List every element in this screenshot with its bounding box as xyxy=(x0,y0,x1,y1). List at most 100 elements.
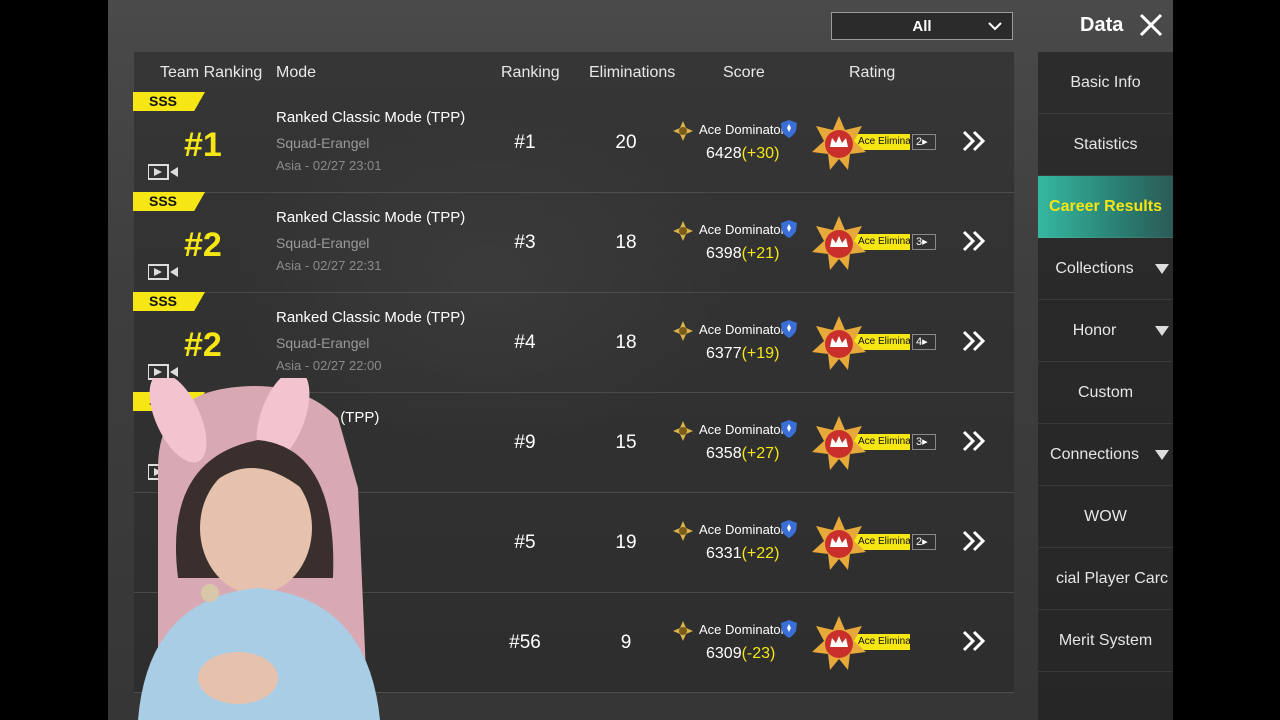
score: 6309(-23) xyxy=(706,645,776,662)
col-score: Score xyxy=(723,64,765,81)
page-title: Data xyxy=(1080,14,1124,36)
tier-badge-icon xyxy=(673,421,693,441)
replay-video-icon[interactable] xyxy=(148,164,178,180)
table-row[interactable]: SSS #1 Ranked Classic Mode (TPP) Squad-Eran… xyxy=(133,92,1014,193)
tier-name: Ace Dominator xyxy=(699,422,785,437)
chevron-right-double-icon[interactable] xyxy=(962,530,986,552)
score-delta: (+21) xyxy=(741,245,780,262)
player-ranking: #4 xyxy=(514,332,536,353)
score-delta: (+30) xyxy=(741,145,780,162)
tier-name: Ace Dominator xyxy=(699,322,785,337)
sidebar-item-wow[interactable]: WOW xyxy=(1038,486,1173,548)
table-row[interactable]: SSS #2 Ranked Classic Mode (TPP) Squad-Eran… xyxy=(133,192,1014,293)
team-placement: #2 xyxy=(184,226,222,264)
sidebar: Basic Info Statistics Career Results Col… xyxy=(1038,52,1173,720)
match-time: Asia - 02/27 22:00 xyxy=(276,358,382,373)
score: 6428(+30) xyxy=(706,145,780,162)
tier-badge-icon xyxy=(673,321,693,341)
sidebar-item-custom[interactable]: Custom xyxy=(1038,362,1173,424)
col-team-ranking: Team Ranking xyxy=(160,64,263,81)
chevron-right-double-icon[interactable] xyxy=(962,330,986,352)
sidebar-item-special-player-card[interactable]: cial Player Carc xyxy=(1038,548,1173,610)
score-delta: (+27) xyxy=(741,445,780,462)
crown-medal-icon xyxy=(812,516,866,570)
crown-medal-icon xyxy=(812,216,866,270)
crown-medal-icon xyxy=(812,616,866,670)
eliminations: 9 xyxy=(620,632,632,653)
triangle-down-icon xyxy=(1155,264,1169,274)
triangle-down-icon xyxy=(1155,450,1169,460)
shield-icon xyxy=(781,620,797,638)
player-ranking: #9 xyxy=(514,432,536,453)
col-rating: Rating xyxy=(849,64,896,81)
sidebar-item-connections[interactable]: Connections xyxy=(1038,424,1173,486)
rating-count: 2▸ xyxy=(912,134,936,150)
crown-medal-icon xyxy=(812,316,866,370)
tier-badge-icon xyxy=(673,621,693,641)
tier-badge-icon xyxy=(673,121,693,141)
score-delta: (+19) xyxy=(741,345,780,362)
tier-name: Ace Dominator xyxy=(699,122,785,137)
eliminations: 19 xyxy=(615,532,637,553)
match-map: Squad-Erangel xyxy=(276,235,370,251)
col-ranking: Ranking xyxy=(501,64,560,81)
score-delta: (+22) xyxy=(741,545,780,562)
eliminations: 18 xyxy=(615,332,637,353)
sidebar-item-collections[interactable]: Collections xyxy=(1038,238,1173,300)
tier-tag: SSS xyxy=(133,192,205,211)
tier-badge-icon xyxy=(673,521,693,541)
shield-icon xyxy=(781,120,797,138)
shield-icon xyxy=(781,520,797,538)
chevron-right-double-icon[interactable] xyxy=(962,630,986,652)
rating-count: 4▸ xyxy=(912,334,936,350)
crown-medal-icon xyxy=(812,416,866,470)
close-icon[interactable] xyxy=(1136,10,1166,40)
sidebar-item-statistics[interactable]: Statistics xyxy=(1038,114,1173,176)
tier-name: Ace Dominator xyxy=(699,622,785,637)
shield-icon xyxy=(781,320,797,338)
tier-tag: SSS xyxy=(133,292,205,311)
tier-name: Ace Dominator xyxy=(699,522,785,537)
chevron-right-double-icon[interactable] xyxy=(962,230,986,252)
match-mode: Ranked Classic Mode (TPP) xyxy=(276,109,466,126)
eliminations: 15 xyxy=(615,432,637,453)
match-map: Squad-Erangel xyxy=(276,135,370,151)
sidebar-item-merit-system[interactable]: Merit System xyxy=(1038,610,1173,672)
mode-filter-dropdown[interactable]: All xyxy=(831,12,1013,40)
sidebar-item-career-results[interactable]: Career Results xyxy=(1038,176,1173,238)
webcam-overlay xyxy=(138,378,380,720)
chevron-right-double-icon[interactable] xyxy=(962,130,986,152)
player-ranking: #3 xyxy=(514,232,536,253)
chevron-down-icon xyxy=(988,22,1002,31)
rating-count: 3▸ xyxy=(912,434,936,450)
shield-icon xyxy=(781,220,797,238)
match-time: Asia - 02/27 23:01 xyxy=(276,158,382,173)
match-time: Asia - 02/27 22:31 xyxy=(276,258,382,273)
rating-count: 3▸ xyxy=(912,234,936,250)
crown-medal-icon xyxy=(812,116,866,170)
eliminations: 20 xyxy=(615,132,637,153)
team-placement: #1 xyxy=(184,126,222,164)
table-header: Team Ranking Mode Ranking Eliminations S… xyxy=(134,52,1014,92)
col-mode: Mode xyxy=(276,64,317,81)
tier-badge-icon xyxy=(673,221,693,241)
filter-value: All xyxy=(912,17,932,35)
player-ranking: #5 xyxy=(514,532,536,553)
tier-name: Ace Dominator xyxy=(699,222,785,237)
sidebar-item-basic-info[interactable]: Basic Info xyxy=(1038,52,1173,114)
replay-video-icon[interactable] xyxy=(148,264,178,280)
eliminations: 18 xyxy=(615,232,637,253)
match-mode: Ranked Classic Mode (TPP) xyxy=(276,309,466,326)
score: 6358(+27) xyxy=(706,445,780,462)
score-delta: (-23) xyxy=(741,645,776,662)
tier-tag: SSS xyxy=(133,92,205,111)
player-ranking: #1 xyxy=(514,132,536,153)
chevron-right-double-icon[interactable] xyxy=(962,430,986,452)
team-placement: #2 xyxy=(184,326,222,364)
match-map: Squad-Erangel xyxy=(276,335,370,351)
sidebar-item-honor[interactable]: Honor xyxy=(1038,300,1173,362)
col-eliminations: Eliminations xyxy=(589,64,676,81)
shield-icon xyxy=(781,420,797,438)
player-ranking: #56 xyxy=(509,632,541,653)
score: 6331(+22) xyxy=(706,545,780,562)
